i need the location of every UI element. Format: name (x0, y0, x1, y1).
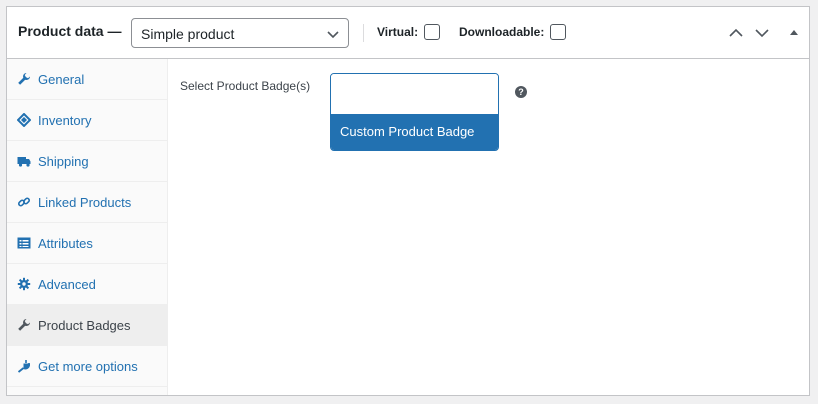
tab-label: Product Badges (38, 318, 131, 333)
tab-label: General (38, 72, 85, 87)
tab-label: Advanced (38, 277, 96, 292)
badge-search-input[interactable] (331, 74, 498, 114)
move-down-button[interactable] (754, 25, 770, 41)
panel-title: Product data — (18, 23, 122, 39)
tab-advanced[interactable]: Advanced (7, 264, 167, 305)
tab-attributes[interactable]: Attributes (7, 223, 167, 264)
plugin-icon (17, 359, 31, 373)
tab-general[interactable]: General (7, 59, 167, 100)
tab-label: Inventory (38, 113, 92, 128)
panel-header: Product data — Simple product Virtual: D… (7, 7, 809, 59)
virtual-checkbox[interactable] (424, 24, 440, 40)
collapse-toggle-button[interactable] (786, 25, 802, 41)
chevron-down-icon (755, 29, 769, 38)
chevron-up-icon (729, 28, 743, 37)
product-data-tabs: General Inventory Shipping Linked Produc… (7, 59, 168, 395)
tab-linked-products[interactable]: Linked Products (7, 182, 167, 223)
virtual-label: Virtual: (377, 25, 419, 39)
badge-option-custom[interactable]: Custom Product Badge (331, 114, 498, 150)
chevron-down-icon (326, 27, 340, 41)
product-badges-panel: Select Product Badge(s) Custom Product B… (168, 59, 809, 395)
move-up-button[interactable] (728, 25, 744, 41)
triangle-up-icon (790, 30, 798, 35)
gear-icon (17, 277, 31, 291)
product-data-panel: Product data — Simple product Virtual: D… (6, 6, 810, 396)
product-type-value: Simple product (141, 26, 235, 42)
tab-inventory[interactable]: Inventory (7, 100, 167, 141)
tab-get-more-options[interactable]: Get more options (7, 346, 167, 387)
tab-label: Linked Products (38, 195, 132, 210)
tab-shipping[interactable]: Shipping (7, 141, 167, 182)
tab-label: Get more options (38, 359, 138, 374)
tag-icon (16, 112, 32, 128)
tab-label: Shipping (38, 154, 89, 169)
help-icon[interactable]: ? (515, 86, 527, 98)
wrench-icon (17, 72, 31, 86)
badge-field-label: Select Product Badge(s) (180, 79, 311, 93)
tab-label: Attributes (38, 236, 93, 251)
downloadable-checkbox[interactable] (550, 24, 566, 40)
product-type-select[interactable]: Simple product (131, 18, 349, 48)
link-icon (17, 195, 31, 209)
downloadable-label: Downloadable: (459, 25, 545, 39)
list-icon (17, 236, 31, 250)
truck-icon (17, 154, 31, 168)
header-divider (363, 24, 364, 42)
product-badge-multiselect[interactable]: Custom Product Badge (330, 73, 499, 151)
tab-product-badges[interactable]: Product Badges (7, 305, 167, 346)
wrench-icon (17, 318, 31, 332)
